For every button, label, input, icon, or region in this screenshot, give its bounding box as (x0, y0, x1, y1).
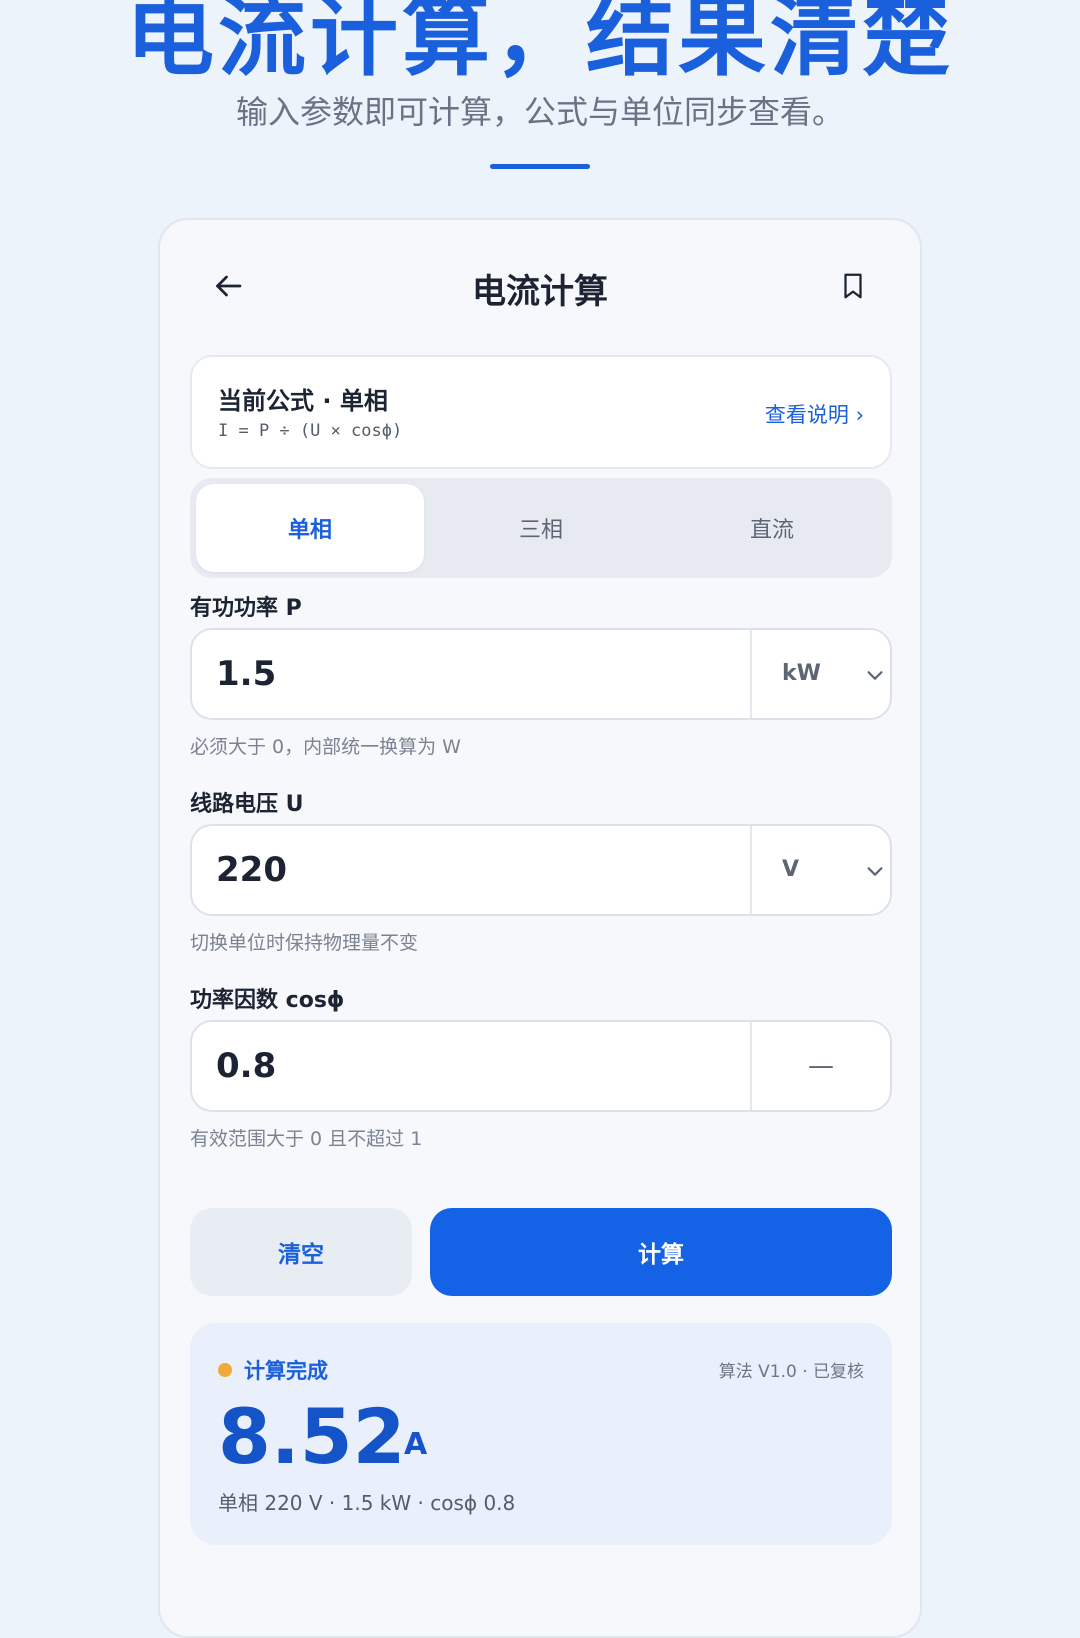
chevron-down-icon (867, 867, 883, 876)
clear-button[interactable]: 清空 (190, 1208, 412, 1296)
power-input[interactable]: 1.5 (216, 630, 276, 718)
view-explanation-link[interactable]: 查看说明 › (765, 399, 864, 429)
page-title: 电流计算 (472, 272, 608, 312)
formula-card: 当前公式 · 单相 I = P ÷ (U × cosϕ) 查看说明 › (190, 355, 892, 469)
power-label: 有功功率 P (190, 596, 302, 621)
tab-three-phase[interactable]: 三相 (427, 484, 655, 572)
result-detail: 单相 220 V · 1.5 kW · cosϕ 0.8 (218, 1491, 516, 1515)
power-unit-label: kW (782, 661, 821, 686)
hero-title: 电流计算，结果清楚 (125, 0, 954, 88)
hero-subtitle: 输入参数即可计算，公式与单位同步查看。 (235, 93, 844, 131)
calculator-card: 电流计算 当前公式 · 单相 I = P ÷ (U × cosϕ) 查看说明 ›… (158, 218, 922, 1638)
hero-divider (490, 164, 590, 169)
tab-dc[interactable]: 直流 (658, 484, 886, 572)
voltage-unit-select[interactable]: V (750, 826, 890, 914)
voltage-input[interactable]: 220 (216, 826, 287, 914)
top-bar: 电流计算 (160, 220, 920, 350)
power-factor-field[interactable]: 0.8 — (190, 1020, 892, 1112)
calculate-button[interactable]: 计算 (430, 1208, 892, 1296)
bookmark-icon[interactable] (838, 270, 868, 302)
status-dot-icon (218, 1363, 232, 1377)
voltage-hint: 切换单位时保持物理量不变 (190, 932, 419, 954)
algorithm-meta: 算法 V1.0 · 已复核 (718, 1362, 864, 1382)
result-value: 8.52 (218, 1392, 406, 1481)
formula-expression: I = P ÷ (U × cosϕ) (218, 421, 403, 441)
formula-title: 当前公式 · 单相 (218, 387, 388, 415)
voltage-field[interactable]: 220 V (190, 824, 892, 916)
power-factor-input[interactable]: 0.8 (216, 1022, 276, 1110)
unitless-dash: — (808, 1051, 834, 1081)
phase-segmented-control: 单相 三相 直流 (190, 478, 892, 578)
voltage-unit-label: V (782, 857, 800, 882)
power-unit-select[interactable]: kW (750, 630, 890, 718)
power-factor-unit: — (750, 1022, 890, 1110)
tab-single-phase[interactable]: 单相 (196, 484, 424, 572)
result-unit: A (404, 1427, 428, 1462)
result-panel: 计算完成 算法 V1.0 · 已复核 8.52 A 单相 220 V · 1.5… (190, 1323, 892, 1545)
result-status: 计算完成 (244, 1359, 328, 1383)
power-field[interactable]: 1.5 kW (190, 628, 892, 720)
voltage-label: 线路电压 U (190, 792, 304, 817)
power-hint: 必须大于 0，内部统一换算为 W (190, 736, 461, 758)
chevron-down-icon (867, 671, 883, 680)
power-factor-hint: 有效范围大于 0 且不超过 1 (190, 1128, 423, 1150)
power-factor-label: 功率因数 cosϕ (190, 988, 345, 1013)
